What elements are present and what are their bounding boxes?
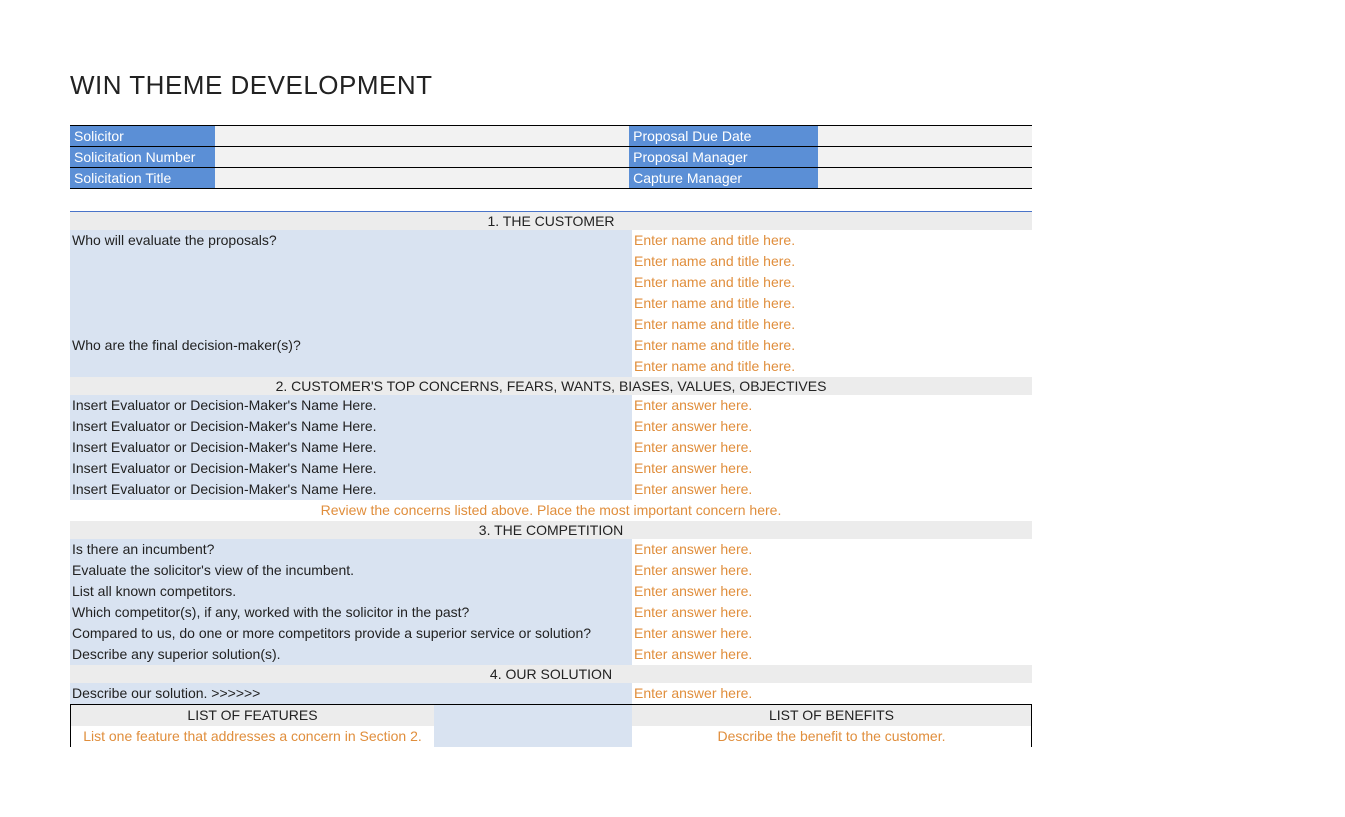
features-header: LIST OF FEATURES bbox=[70, 704, 434, 726]
s1-q2-cont bbox=[70, 356, 632, 377]
label-proposal-manager: Proposal Manager bbox=[629, 147, 818, 168]
section-2-header: 2. CUSTOMER'S TOP CONCERNS, FEARS, WANTS… bbox=[70, 377, 1032, 395]
document-page: WIN THEME DEVELOPMENT Solicitor Proposal… bbox=[0, 0, 1345, 817]
s4-describe-label: Describe our solution. >>>>>> bbox=[70, 683, 632, 704]
s3-q4: Which competitor(s), if any, worked with… bbox=[70, 602, 632, 623]
s1-a6[interactable]: Enter name and title here. bbox=[632, 335, 1032, 356]
value-solicitation-title[interactable] bbox=[215, 168, 629, 189]
value-solicitation-number[interactable] bbox=[215, 147, 629, 168]
value-capture-manager[interactable] bbox=[818, 168, 1032, 189]
s3-a2[interactable]: Enter answer here. bbox=[632, 560, 1032, 581]
s2-ans-4[interactable]: Enter answer here. bbox=[632, 458, 1032, 479]
value-solicitor[interactable] bbox=[215, 126, 629, 147]
s3-a6[interactable]: Enter answer here. bbox=[632, 644, 1032, 665]
s2-name-3[interactable]: Insert Evaluator or Decision-Maker's Nam… bbox=[70, 437, 632, 458]
label-proposal-due: Proposal Due Date bbox=[629, 126, 818, 147]
s1-q1-cont bbox=[70, 293, 632, 314]
s2-ans-1[interactable]: Enter answer here. bbox=[632, 395, 1032, 416]
s1-q1-cont bbox=[70, 272, 632, 293]
s2-ans-5[interactable]: Enter answer here. bbox=[632, 479, 1032, 500]
feature-1[interactable]: List one feature that addresses a concer… bbox=[70, 726, 434, 747]
s1-q1-cont bbox=[70, 314, 632, 335]
s1-a5[interactable]: Enter name and title here. bbox=[632, 314, 1032, 335]
value-proposal-due[interactable] bbox=[818, 126, 1032, 147]
s3-a1[interactable]: Enter answer here. bbox=[632, 539, 1032, 560]
s3-a5[interactable]: Enter answer here. bbox=[632, 623, 1032, 644]
s3-a4[interactable]: Enter answer here. bbox=[632, 602, 1032, 623]
content-area: 1. THE CUSTOMER Who will evaluate the pr… bbox=[70, 211, 1032, 747]
s1-a7[interactable]: Enter name and title here. bbox=[632, 356, 1032, 377]
s2-name-1[interactable]: Insert Evaluator or Decision-Maker's Nam… bbox=[70, 395, 632, 416]
page-title: WIN THEME DEVELOPMENT bbox=[70, 70, 1275, 101]
meta-table: Solicitor Proposal Due Date Solicitation… bbox=[70, 125, 1032, 189]
fb-mid-1 bbox=[434, 726, 632, 747]
s3-q2: Evaluate the solicitor's view of the inc… bbox=[70, 560, 632, 581]
s1-q1: Who will evaluate the proposals? bbox=[70, 230, 632, 251]
s2-name-4[interactable]: Insert Evaluator or Decision-Maker's Nam… bbox=[70, 458, 632, 479]
fb-mid-header bbox=[434, 704, 632, 726]
s1-q2: Who are the final decision-maker(s)? bbox=[70, 335, 632, 356]
section-4-header: 4. OUR SOLUTION bbox=[70, 665, 1032, 683]
section-3-header: 3. THE COMPETITION bbox=[70, 521, 1032, 539]
s2-review[interactable]: Review the concerns listed above. Place … bbox=[70, 500, 1032, 521]
label-solicitor: Solicitor bbox=[70, 126, 215, 147]
section-1-header: 1. THE CUSTOMER bbox=[70, 212, 1032, 230]
s1-a1[interactable]: Enter name and title here. bbox=[632, 230, 1032, 251]
s1-a3[interactable]: Enter name and title here. bbox=[632, 272, 1032, 293]
benefits-header: LIST OF BENEFITS bbox=[632, 704, 1032, 726]
s3-q6: Describe any superior solution(s). bbox=[70, 644, 632, 665]
s3-q3: List all known competitors. bbox=[70, 581, 632, 602]
s2-ans-2[interactable]: Enter answer here. bbox=[632, 416, 1032, 437]
label-solicitation-number: Solicitation Number bbox=[70, 147, 215, 168]
s4-describe-answer[interactable]: Enter answer here. bbox=[632, 683, 1032, 704]
value-proposal-manager[interactable] bbox=[818, 147, 1032, 168]
s2-ans-3[interactable]: Enter answer here. bbox=[632, 437, 1032, 458]
label-solicitation-title: Solicitation Title bbox=[70, 168, 215, 189]
s3-q5: Compared to us, do one or more competito… bbox=[70, 623, 632, 644]
s2-name-2[interactable]: Insert Evaluator or Decision-Maker's Nam… bbox=[70, 416, 632, 437]
s1-a2[interactable]: Enter name and title here. bbox=[632, 251, 1032, 272]
s1-a4[interactable]: Enter name and title here. bbox=[632, 293, 1032, 314]
s2-name-5[interactable]: Insert Evaluator or Decision-Maker's Nam… bbox=[70, 479, 632, 500]
s3-a3[interactable]: Enter answer here. bbox=[632, 581, 1032, 602]
s3-q1: Is there an incumbent? bbox=[70, 539, 632, 560]
label-capture-manager: Capture Manager bbox=[629, 168, 818, 189]
s1-q1-cont bbox=[70, 251, 632, 272]
benefit-1[interactable]: Describe the benefit to the customer. bbox=[632, 726, 1032, 747]
